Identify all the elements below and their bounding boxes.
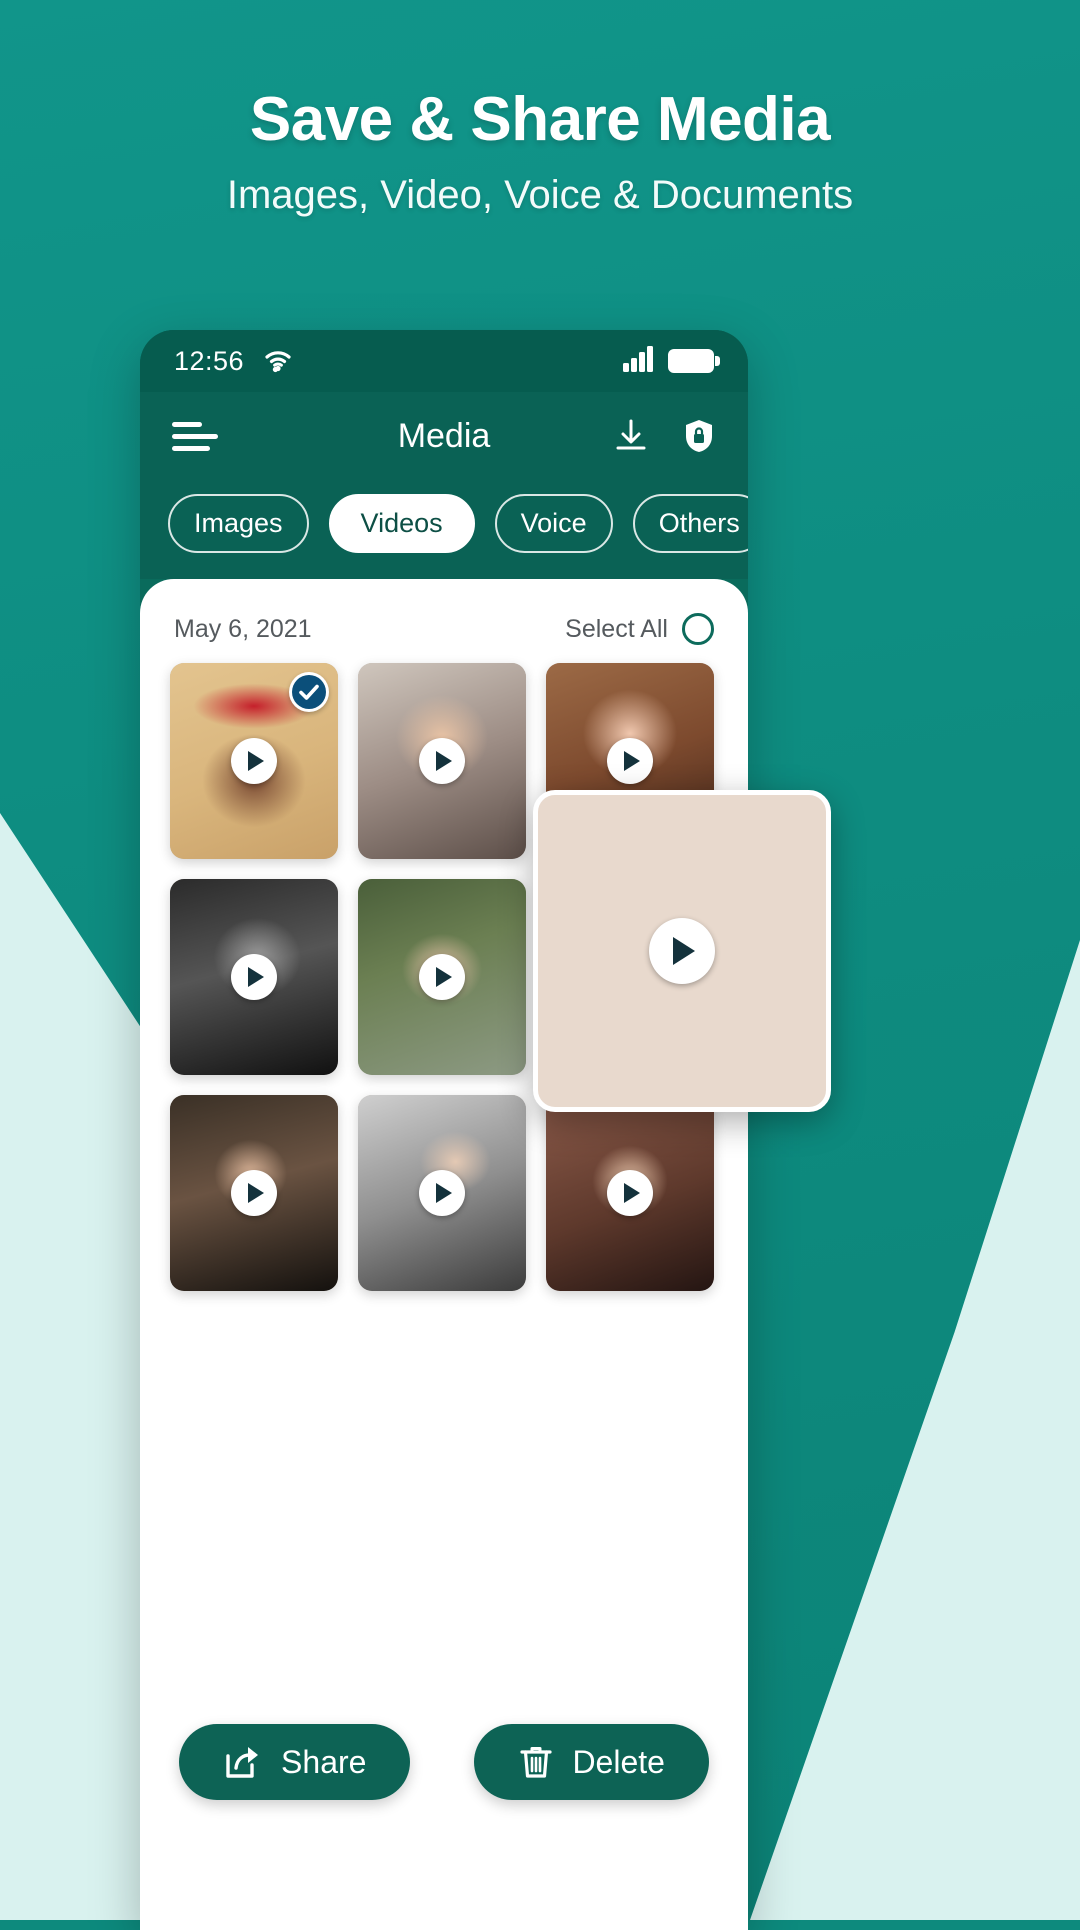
play-icon[interactable]	[419, 738, 465, 784]
play-icon[interactable]	[607, 1170, 653, 1216]
battery-full-icon	[668, 349, 720, 373]
signal-bars-icon	[622, 345, 654, 377]
play-icon[interactable]	[649, 918, 715, 984]
media-type-tabs: Images Videos Voice Others	[140, 480, 748, 579]
share-button[interactable]: Share	[179, 1724, 411, 1800]
date-header: May 6, 2021	[174, 614, 312, 643]
action-bar: Share Delete	[140, 1724, 748, 1800]
play-icon[interactable]	[419, 954, 465, 1000]
sheet-header: May 6, 2021 Select All	[140, 579, 748, 663]
media-thumb[interactable]	[170, 1095, 338, 1291]
media-thumb[interactable]	[170, 663, 338, 859]
play-icon[interactable]	[419, 1170, 465, 1216]
tab-voice[interactable]: Voice	[494, 494, 613, 553]
app-bar: Media	[140, 392, 748, 480]
tab-images[interactable]: Images	[168, 494, 309, 553]
tab-others[interactable]: Others	[632, 494, 748, 553]
promo-copy: Save & Share Media Images, Video, Voice …	[0, 84, 1080, 218]
promo-title: Save & Share Media	[249, 85, 831, 154]
share-button-label: Share	[281, 1743, 367, 1780]
hamburger-menu-icon[interactable]	[172, 421, 218, 451]
status-bar: 12:56	[140, 330, 748, 392]
media-thumb[interactable]	[358, 1095, 526, 1291]
tab-videos[interactable]: Videos	[328, 494, 475, 553]
select-all-label: Select All	[565, 614, 668, 643]
selected-check-badge[interactable]	[289, 672, 329, 712]
promo-subtitle: Images, Video, Voice & Documents	[226, 173, 854, 217]
select-all-control[interactable]: Select All	[565, 613, 714, 645]
media-thumb[interactable]	[170, 879, 338, 1075]
media-preview-card[interactable]	[533, 790, 831, 1112]
delete-button-label: Delete	[572, 1743, 665, 1780]
play-icon[interactable]	[607, 738, 653, 784]
play-icon[interactable]	[231, 954, 277, 1000]
status-right-icons	[622, 345, 720, 377]
media-thumb[interactable]	[358, 663, 526, 859]
status-time: 12:56	[174, 345, 245, 376]
shield-lock-icon[interactable]	[682, 418, 716, 454]
delete-button[interactable]: Delete	[474, 1724, 709, 1800]
media-sheet: May 6, 2021 Select All Share Delete	[140, 579, 748, 1930]
media-thumb[interactable]	[358, 879, 526, 1075]
play-icon[interactable]	[231, 1170, 277, 1216]
share-icon	[223, 1743, 263, 1781]
phone-mockup: 12:56 Media Images Videos Voice Others M…	[140, 330, 748, 1930]
trash-icon	[518, 1743, 554, 1781]
media-thumb[interactable]	[546, 1095, 714, 1291]
download-icon[interactable]	[614, 418, 648, 454]
wifi-icon	[262, 349, 294, 373]
select-all-checkbox[interactable]	[682, 613, 714, 645]
play-icon[interactable]	[231, 738, 277, 784]
